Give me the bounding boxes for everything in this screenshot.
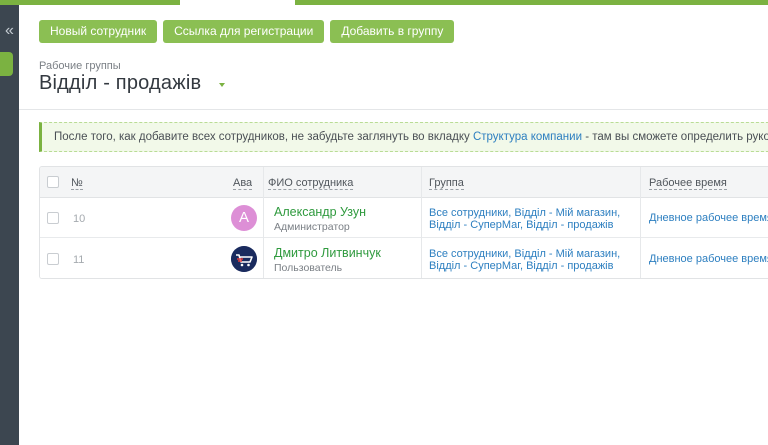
collapse-sidebar-icon[interactable]: « [0,23,19,39]
left-rail: « [0,5,19,445]
row-checkbox[interactable] [47,253,59,265]
registration-link-button[interactable]: Ссылка для регистрации [163,20,325,43]
employee-groups-link[interactable]: Все сотрудники, Відділ - Мій магазин, Ві… [429,207,644,231]
table-row[interactable]: 11 Дмитро Литвинчук Пользователь Все сот… [40,239,768,278]
select-all-checkbox[interactable] [47,176,59,188]
row-number: 10 [73,213,86,225]
company-structure-link[interactable]: Структура компании [473,131,582,143]
toolbar: Новый сотрудник Ссылка для регистрации Д… [39,20,455,43]
column-header-avatar[interactable]: Аватар [233,177,252,190]
notice-text-after: - там вы сможете определить руководителе… [585,131,768,143]
column-divider [421,167,422,278]
worktime-link[interactable]: Дневное рабочее время [649,253,768,265]
table-header: № Аватар ФИО сотрудника Группа Рабочее в… [40,167,768,198]
column-divider [640,167,641,278]
divider [19,109,768,110]
employee-name-link[interactable]: Дмитро Литвинчук [274,246,381,260]
employee-name-link[interactable]: Александр Узун [274,205,366,219]
add-to-group-button[interactable]: Добавить в группу [330,20,455,43]
cart-logo-icon [231,246,257,272]
info-notice: После того, как добавите всех сотруднико… [39,122,768,152]
table-row[interactable]: 10 A Александр Узун Администратор Все со… [40,198,768,238]
column-header-group[interactable]: Группа [429,177,464,190]
column-header-name[interactable]: ФИО сотрудника [268,177,354,190]
main-content: Новый сотрудник Ссылка для регистрации Д… [19,5,768,445]
notice-text-before: После того, как добавите всех сотруднико… [54,131,473,143]
employees-table: № Аватар ФИО сотрудника Группа Рабочее в… [39,166,768,279]
avatar: A [231,205,257,231]
column-divider [263,167,264,278]
employee-role: Администратор [274,221,350,233]
column-header-worktime[interactable]: Рабочее время [649,177,727,190]
group-dropdown-caret-icon[interactable] [219,83,225,87]
row-number: 11 [73,254,85,266]
worktime-link[interactable]: Дневное рабочее время [649,212,768,224]
row-checkbox[interactable] [47,212,59,224]
employee-groups-link[interactable]: Все сотрудники, Відділ - Мій магазин, Ві… [429,248,644,272]
active-section-marker[interactable] [0,52,13,76]
column-header-number[interactable]: № [71,177,83,190]
new-employee-button[interactable]: Новый сотрудник [39,20,158,43]
employee-role: Пользователь [274,262,343,274]
avatar [231,246,257,272]
breadcrumb-label: Рабочие группы [39,60,121,72]
page-title: Відділ - продажів [39,72,202,94]
